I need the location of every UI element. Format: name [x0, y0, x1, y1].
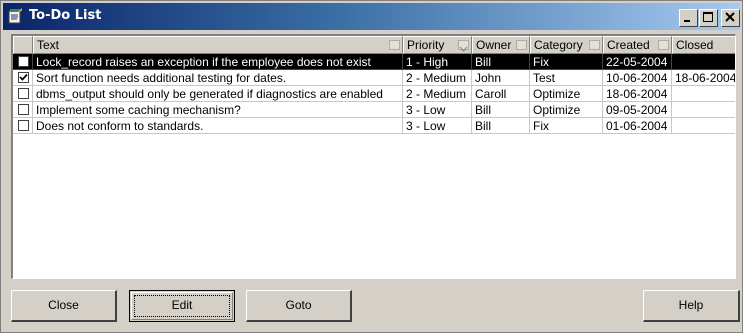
priority-cell: 3 - Low: [403, 102, 472, 118]
edit-button[interactable]: Edit: [129, 290, 235, 322]
done-checkbox[interactable]: [18, 72, 29, 83]
close-window-button[interactable]: [721, 9, 740, 27]
maximize-icon: [703, 12, 713, 22]
done-cell: [13, 70, 33, 86]
done-cell: [13, 54, 33, 70]
help-button-label: Help: [678, 298, 704, 312]
category-cell: Fix: [530, 118, 603, 134]
column-header-text[interactable]: Text: [33, 36, 403, 54]
column-sort-icon: [516, 40, 527, 50]
close-icon: [725, 12, 735, 22]
created-cell: 10-06-2004: [603, 70, 672, 86]
owner-cell: Bill: [472, 118, 530, 134]
notepad-icon[interactable]: [7, 8, 23, 24]
column-header-done[interactable]: [13, 36, 33, 54]
table-row[interactable]: dbms_output should only be generated if …: [13, 86, 735, 102]
column-header-category-label: Category: [534, 38, 583, 52]
priority-cell: 2 - Medium: [403, 70, 472, 86]
table-row[interactable]: Lock_record raises an exception if the e…: [13, 54, 735, 70]
text-cell: Sort function needs additional testing f…: [33, 70, 403, 86]
closed-cell: [672, 54, 735, 70]
help-button[interactable]: Help: [643, 290, 740, 322]
closed-cell: 18-06-2004: [672, 70, 735, 86]
category-cell: Fix: [530, 54, 603, 70]
text-cell: dbms_output should only be generated if …: [33, 86, 403, 102]
done-checkbox[interactable]: [18, 104, 29, 115]
category-cell: Optimize: [530, 102, 603, 118]
column-header-bar: Text Priority Owner Category Created Clo…: [13, 36, 735, 54]
edit-button-label: Edit: [171, 298, 193, 312]
done-checkbox[interactable]: [18, 56, 29, 67]
column-header-text-label: Text: [37, 38, 60, 52]
done-checkbox[interactable]: [18, 120, 29, 131]
closed-cell: [672, 102, 735, 118]
minimize-button[interactable]: [679, 9, 698, 27]
table-row[interactable]: Does not conform to standards. 3 - Low B…: [13, 118, 735, 134]
priority-cell: 1 - High: [403, 54, 472, 70]
closed-cell: [672, 86, 735, 102]
todo-list-view[interactable]: Text Priority Owner Category Created Clo…: [11, 34, 736, 279]
column-sort-icon: [589, 40, 600, 50]
table-row[interactable]: Implement some caching mechanism? 3 - Lo…: [13, 102, 735, 118]
column-header-priority[interactable]: Priority: [403, 36, 472, 54]
todo-window: To-Do List Text Priority Owner Category …: [0, 0, 743, 333]
column-header-closed-label: Closed: [676, 38, 714, 52]
done-cell: [13, 86, 33, 102]
closed-cell: [672, 118, 735, 134]
close-button-label: Close: [48, 298, 79, 312]
column-sort-icon: [389, 40, 400, 50]
created-cell: 18-06-2004: [603, 86, 672, 102]
owner-cell: Bill: [472, 102, 530, 118]
text-cell: Lock_record raises an exception if the e…: [33, 54, 403, 70]
column-header-created-label: Created: [607, 38, 650, 52]
owner-cell: Caroll: [472, 86, 530, 102]
column-header-category[interactable]: Category: [530, 36, 603, 54]
column-header-owner[interactable]: Owner: [472, 36, 530, 54]
column-header-owner-label: Owner: [476, 38, 512, 52]
maximize-button[interactable]: [699, 9, 718, 27]
check-mark-icon: [19, 73, 28, 81]
table-row[interactable]: Sort function needs additional testing f…: [13, 70, 735, 86]
done-checkbox[interactable]: [18, 88, 29, 99]
created-cell: 01-06-2004: [603, 118, 672, 134]
column-sort-icon: [658, 40, 669, 50]
category-cell: Test: [530, 70, 603, 86]
column-header-closed[interactable]: Closed: [672, 36, 735, 54]
owner-cell: Bill: [472, 54, 530, 70]
minimize-icon: [684, 20, 690, 22]
text-cell: Implement some caching mechanism?: [33, 102, 403, 118]
sort-descending-icon: [458, 40, 469, 52]
category-cell: Optimize: [530, 86, 603, 102]
done-cell: [13, 102, 33, 118]
column-header-created[interactable]: Created: [603, 36, 672, 54]
column-header-priority-label: Priority: [407, 38, 445, 52]
title-bar[interactable]: To-Do List: [3, 3, 740, 30]
priority-cell: 2 - Medium: [403, 86, 472, 102]
text-cell: Does not conform to standards.: [33, 118, 403, 134]
goto-button[interactable]: Goto: [246, 290, 352, 322]
created-cell: 09-05-2004: [603, 102, 672, 118]
window-title: To-Do List: [29, 8, 102, 23]
close-button[interactable]: Close: [11, 290, 117, 322]
owner-cell: John: [472, 70, 530, 86]
priority-cell: 3 - Low: [403, 118, 472, 134]
created-cell: 22-05-2004: [603, 54, 672, 70]
goto-button-label: Goto: [285, 298, 312, 312]
done-cell: [13, 118, 33, 134]
